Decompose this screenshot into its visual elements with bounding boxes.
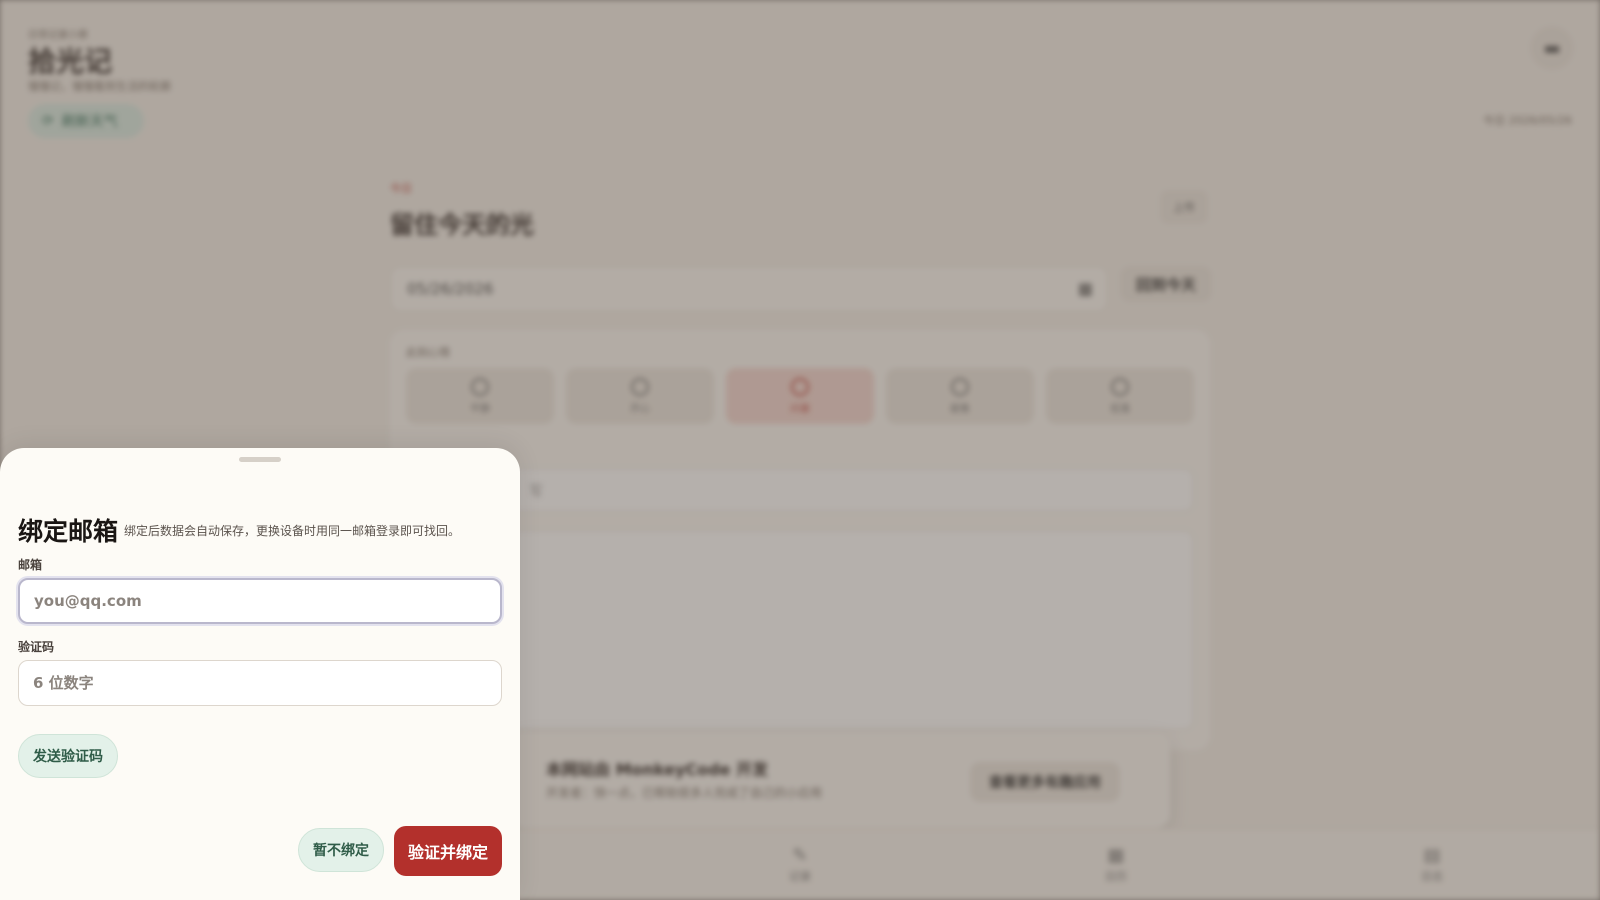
email-field[interactable]: [18, 578, 502, 624]
verify-and-bind-button[interactable]: 验证并绑定: [394, 826, 502, 876]
sheet-drag-handle[interactable]: [239, 457, 281, 462]
sheet-title: 绑定邮箱: [18, 517, 119, 546]
send-code-button[interactable]: 发送验证码: [18, 734, 118, 778]
code-label: 验证码: [18, 640, 55, 654]
sheet-description: 绑定后数据会自动保存，更换设备时用同一邮箱登录即可找回。: [124, 524, 461, 538]
skip-button[interactable]: 暂不绑定: [298, 828, 384, 872]
verification-code-field[interactable]: [18, 660, 502, 706]
email-label: 邮箱: [18, 558, 43, 572]
bind-email-sheet: 绑定邮箱 绑定后数据会自动保存，更换设备时用同一邮箱登录即可找回。 邮箱 验证码…: [0, 448, 520, 900]
